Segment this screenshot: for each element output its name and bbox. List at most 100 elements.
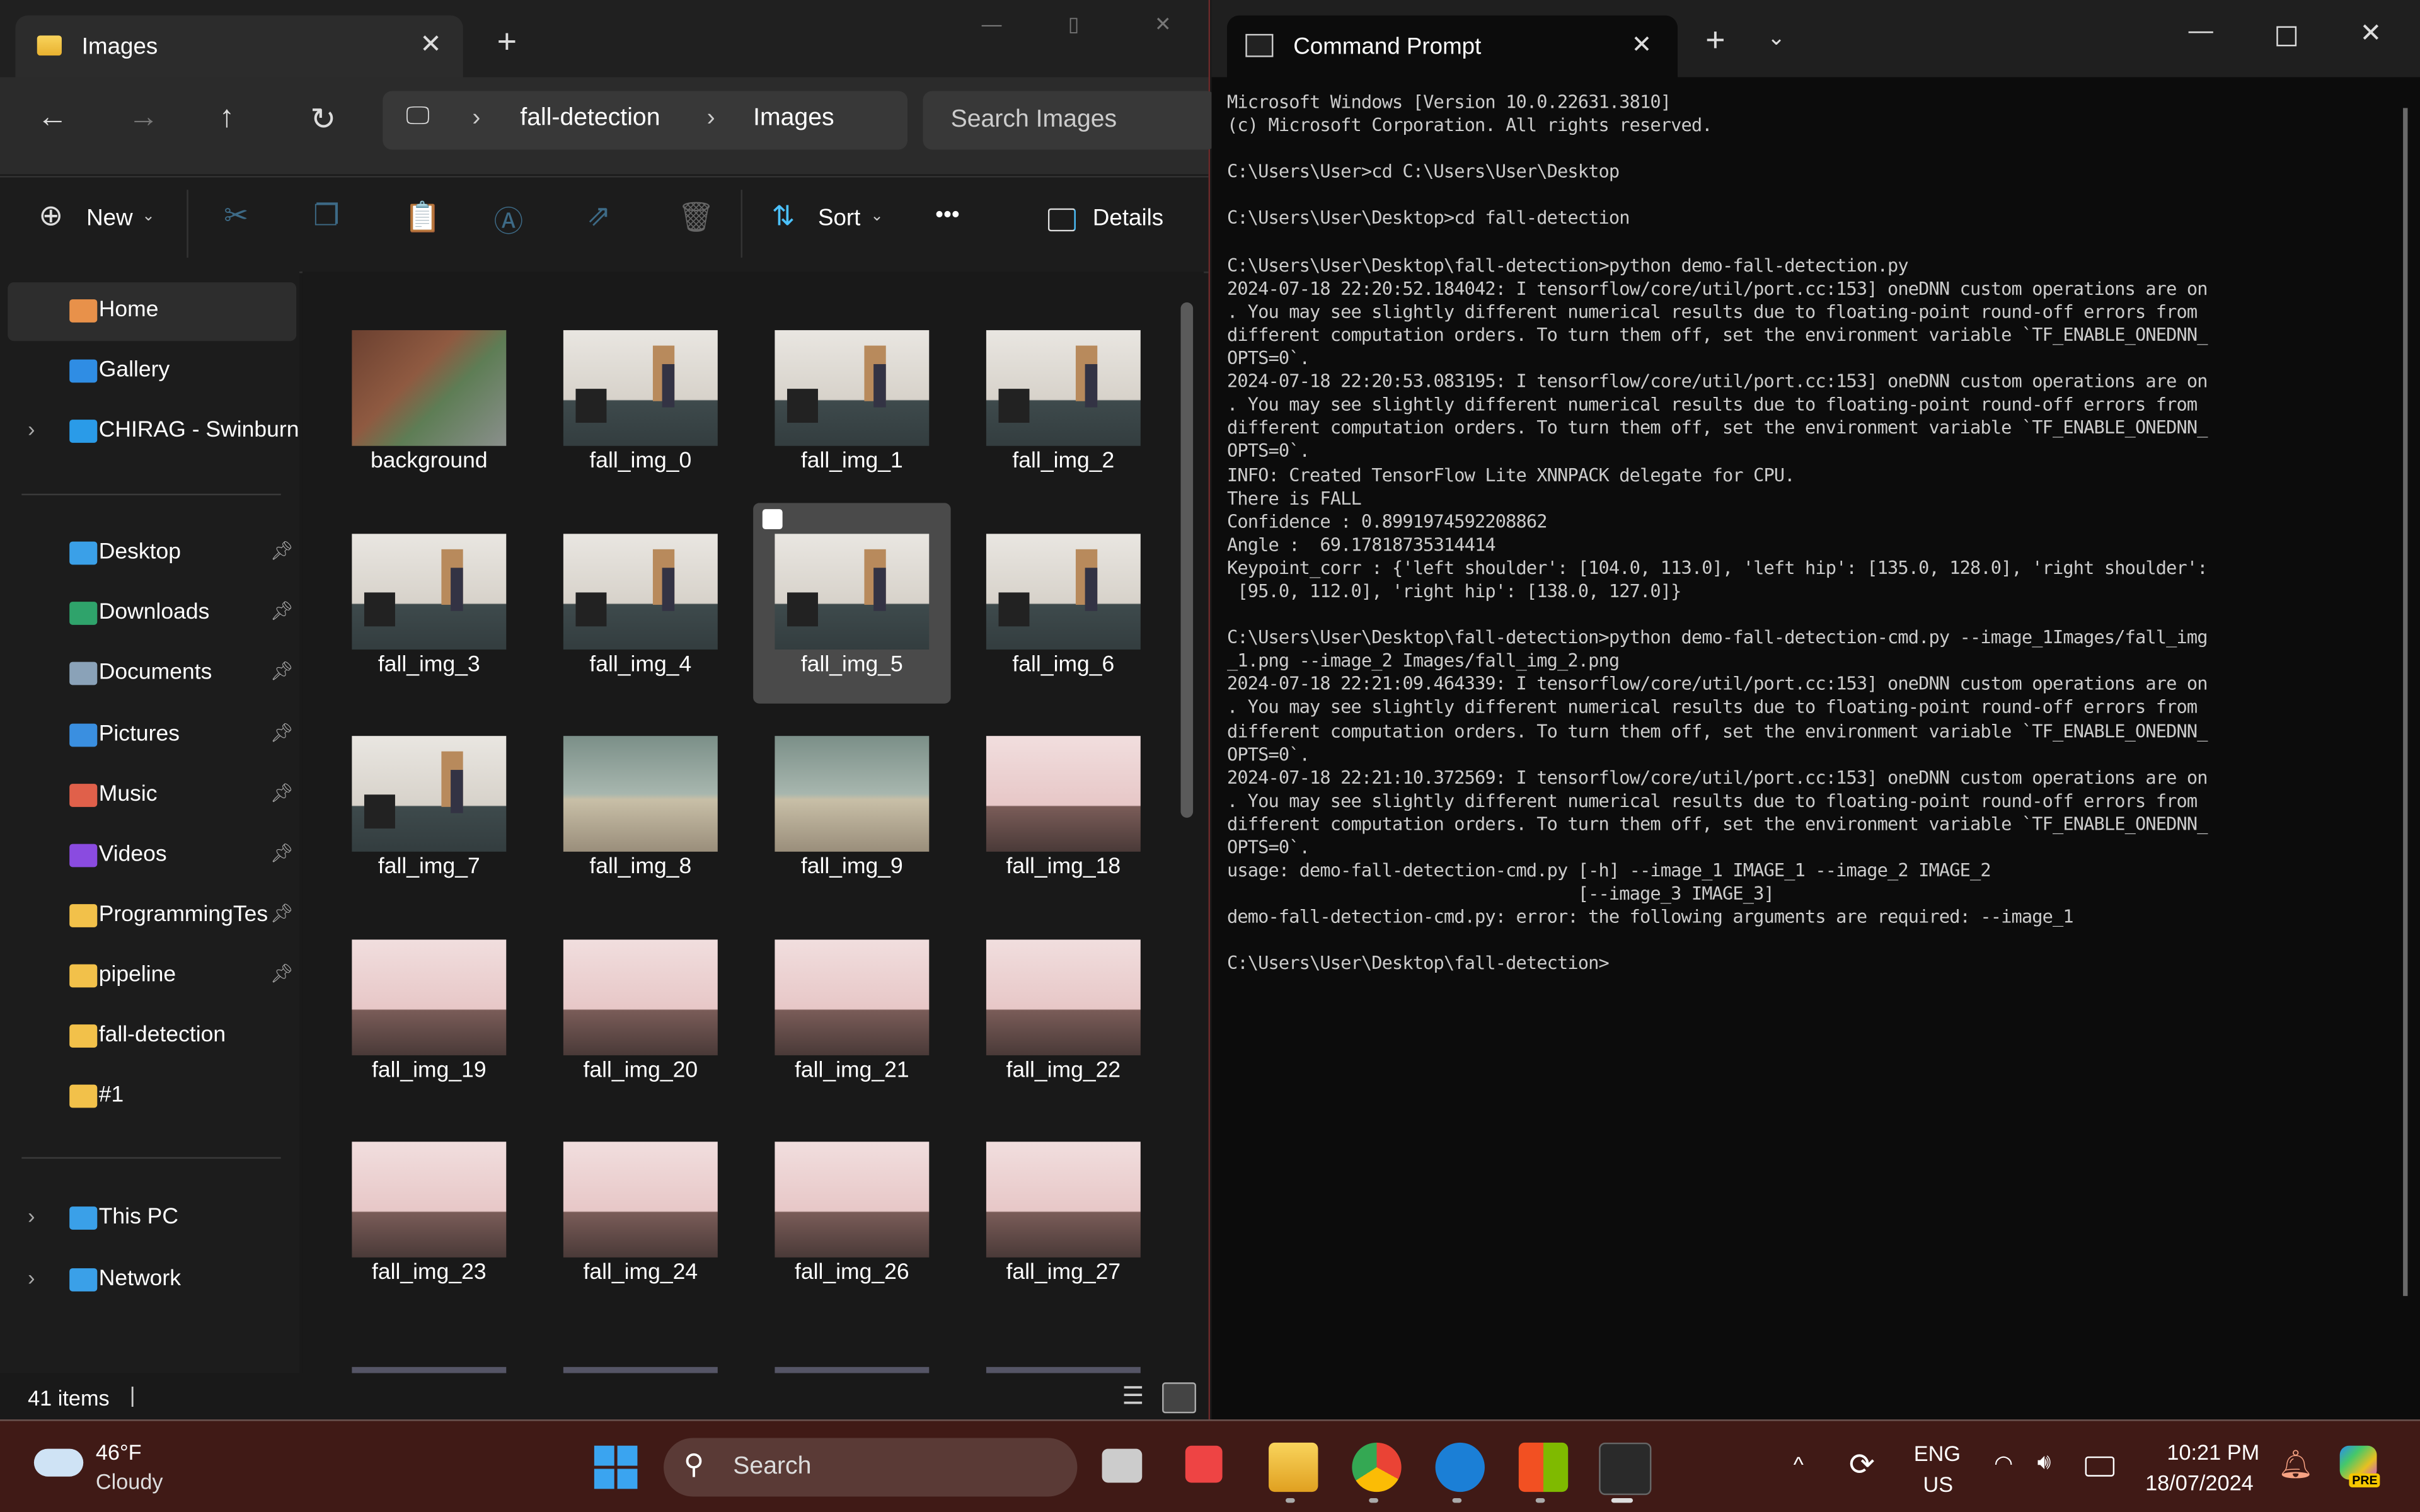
new-tab-button[interactable]: + [497, 21, 517, 62]
file-item[interactable]: fall_img_21 [753, 908, 950, 1108]
file-item[interactable]: fall_img_24 [542, 1111, 739, 1311]
delete-icon[interactable]: 🗑 [677, 199, 715, 236]
file-item[interactable]: fall_img_27 [965, 1111, 1162, 1311]
taskbar-search[interactable]: ⚲ Search [664, 1438, 1078, 1497]
vertical-scrollbar[interactable] [1180, 302, 1194, 818]
maximize-button[interactable]: ▯ [1068, 13, 1080, 37]
expand-chevron-icon[interactable]: › [28, 417, 35, 442]
more-options-button[interactable]: ••• [935, 202, 960, 229]
file-item[interactable]: fall_img_2 [965, 299, 1162, 500]
pin-icon[interactable]: 📌︎ [270, 963, 294, 985]
cut-icon[interactable]: ✂ [224, 199, 248, 234]
sidebar-item-music[interactable]: Music 📌︎ [8, 767, 296, 825]
details-button[interactable]: Details [1093, 205, 1163, 232]
large-icons-view-icon[interactable] [1162, 1382, 1196, 1414]
file-item[interactable]: background [330, 299, 527, 500]
sidebar-item-desktop[interactable]: Desktop 📌︎ [8, 525, 296, 583]
pin-icon[interactable]: 📌︎ [270, 661, 294, 682]
file-item[interactable]: fall_img_4 [542, 502, 739, 702]
sidebar-item-fall-detection[interactable]: fall-detection [8, 1007, 296, 1066]
pin-icon[interactable]: 📌︎ [270, 540, 294, 561]
battery-icon[interactable] [2085, 1456, 2115, 1477]
clock-date[interactable]: 18/07/2024 [2145, 1470, 2254, 1495]
selection-checkbox[interactable] [762, 508, 783, 529]
weather-condition[interactable]: Cloudy [96, 1469, 163, 1493]
back-arrow-icon[interactable]: ← [37, 100, 68, 135]
sidebar-item-this-pc[interactable]: › This PC [8, 1189, 296, 1248]
forward-arrow-icon[interactable]: → [128, 100, 159, 135]
sidebar-item-programmingtes[interactable]: ProgrammingTes 📌︎ [8, 888, 296, 946]
sidebar-item-pictures[interactable]: Pictures 📌︎ [8, 706, 296, 765]
file-item[interactable]: fall_img_18 [965, 705, 1162, 905]
pin-icon[interactable]: 📌︎ [270, 903, 294, 924]
file-item[interactable]: fall_img_6 [965, 502, 1162, 702]
minimize-button[interactable]: — [982, 13, 1002, 36]
dropdown-chevron-icon[interactable]: ⌄ [1767, 25, 1785, 51]
sidebar-item-chirag-swinburne[interactable]: › CHIRAG - Swinburne [8, 403, 299, 462]
expand-chevron-icon[interactable]: › [28, 1203, 35, 1228]
details-view-icon[interactable]: ☰ [1122, 1381, 1144, 1412]
terminal-tab[interactable]: Command Prompt ✕ [1226, 15, 1678, 77]
file-item[interactable]: fall_img_9 [753, 705, 950, 905]
close-button[interactable]: ✕ [1155, 13, 1172, 37]
sort-button[interactable]: Sort [818, 205, 860, 232]
app-icon[interactable] [1435, 1442, 1485, 1492]
weather-temp[interactable]: 46°F [96, 1440, 142, 1464]
keyboard-layout[interactable]: US [1923, 1472, 1953, 1496]
pin-icon[interactable]: 📌︎ [270, 782, 294, 803]
store-icon[interactable] [1518, 1442, 1569, 1492]
sidebar-item-downloads[interactable]: Downloads 📌︎ [8, 585, 296, 644]
sidebar-item-network[interactable]: › Network [8, 1251, 296, 1309]
pin-icon[interactable]: 📌︎ [270, 721, 294, 743]
copy-icon[interactable]: ❐ [313, 199, 340, 234]
sidebar-item-documents[interactable]: Documents 📌︎ [8, 646, 296, 704]
search-box[interactable]: Search Images [923, 91, 1216, 150]
share-icon[interactable]: ⇗ [587, 199, 611, 234]
close-tab-icon[interactable]: ✕ [420, 30, 442, 60]
sync-icon[interactable]: ⟳ [1849, 1446, 1875, 1484]
sidebar-item-pipeline[interactable]: pipeline 📌︎ [8, 948, 296, 1007]
sidebar-item--1[interactable]: #1 [8, 1068, 296, 1126]
snipping-tool-icon[interactable] [1185, 1445, 1223, 1483]
file-item[interactable]: fall_img_19 [330, 908, 527, 1108]
rename-icon[interactable]: Ⓐ [494, 199, 524, 241]
close-tab-icon[interactable]: ✕ [1632, 30, 1652, 60]
notification-bell-icon[interactable]: 🔔︎ [2278, 1449, 2313, 1481]
volume-icon[interactable]: 🔊︎ [2037, 1449, 2051, 1475]
maximize-button[interactable] [2276, 26, 2297, 47]
file-item[interactable]: fall_img_0 [542, 299, 739, 500]
file-item[interactable]: fall_img_5 [753, 502, 951, 703]
file-item[interactable]: fall_img_1 [753, 299, 950, 500]
task-view-icon[interactable] [1102, 1448, 1143, 1483]
sidebar-item-home[interactable]: Home [8, 282, 297, 341]
file-item[interactable]: fall_img_22 [965, 908, 1162, 1108]
sidebar-item-gallery[interactable]: Gallery [8, 343, 296, 401]
close-button[interactable]: ✕ [2360, 18, 2382, 49]
clock-time[interactable]: 10:21 PM [2167, 1440, 2259, 1464]
sidebar-item-videos[interactable]: Videos 📌︎ [8, 827, 296, 886]
file-item[interactable]: fall_img_8 [542, 705, 739, 905]
chrome-icon[interactable] [1352, 1442, 1402, 1492]
file-item[interactable]: fall_img_3 [330, 502, 527, 702]
up-arrow-icon[interactable]: ↑ [219, 100, 234, 135]
pin-icon[interactable]: 📌︎ [270, 842, 294, 864]
paste-icon[interactable]: 📋 [405, 199, 441, 236]
file-item[interactable]: fall_img_26 [753, 1111, 950, 1311]
refresh-icon[interactable]: ↻ [310, 100, 336, 139]
new-button[interactable]: New [86, 205, 133, 232]
terminal-icon[interactable] [1599, 1442, 1652, 1496]
terminal-scrollbar[interactable] [2403, 108, 2408, 1297]
breadcrumb-images[interactable]: Images [753, 105, 834, 133]
address-bar[interactable]: 🖵 › fall-detection › Images [383, 91, 908, 150]
file-explorer-icon[interactable] [1269, 1442, 1318, 1492]
minimize-button[interactable]: — [2189, 18, 2213, 46]
pin-icon[interactable]: 📌︎ [270, 600, 294, 622]
language-indicator[interactable]: ENG [1914, 1441, 1961, 1465]
file-item[interactable]: fall_img_7 [330, 705, 527, 905]
show-hidden-icons-chevron[interactable]: ^ [1794, 1452, 1804, 1477]
start-button[interactable] [594, 1445, 638, 1489]
terminal-output[interactable]: Microsoft Windows [Version 10.0.22631.38… [1227, 91, 2400, 976]
explorer-tab-images[interactable]: Images ✕ [15, 15, 463, 77]
new-tab-button[interactable]: + [1705, 20, 1725, 60]
breadcrumb-fall-detection[interactable]: fall-detection [520, 105, 660, 133]
